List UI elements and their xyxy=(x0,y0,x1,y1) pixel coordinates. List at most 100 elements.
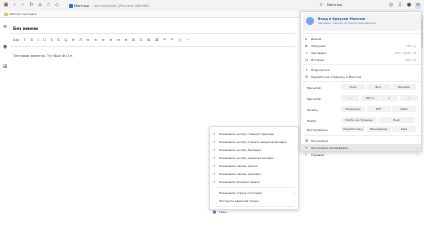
chevron-right-icon: › xyxy=(293,199,295,203)
submenu-item[interactable]: Показывать строку состояния › xyxy=(210,189,298,197)
reload-icon[interactable]: ↻ xyxy=(29,3,35,9)
submenu-item[interactable]: ✓ Показывать панель закладок xyxy=(210,170,298,178)
format-tool-icon[interactable]: ↶ xyxy=(163,38,166,42)
menu-item[interactable]: ⌂ Домой xyxy=(301,35,421,42)
submenu-item[interactable]: ✓ Показывать кнопку главной страницы xyxy=(210,130,298,138)
site-badge[interactable]: Монтаж xyxy=(68,3,89,8)
submenu-item-label: Показывать панель поиска xyxy=(219,164,258,168)
format-tool-icon[interactable]: ◷ xyxy=(178,38,181,42)
format-tool-icon[interactable]: Б xyxy=(57,38,59,42)
menu-icon[interactable]: ≡ xyxy=(415,2,421,9)
back-icon[interactable]: ‹ xyxy=(12,3,18,9)
format-tool-icon[interactable]: ⊠ xyxy=(147,38,150,42)
view-icon[interactable]: ◉ xyxy=(3,44,7,50)
menu-item-label: История xyxy=(311,57,325,62)
submenu-item[interactable]: ✓ Показывать кнопку открыть закрытые вкла… xyxy=(210,138,298,146)
search-icon[interactable]: ⌕ xyxy=(318,3,324,9)
row-label: Масштаб xyxy=(307,97,321,101)
submenu-item[interactable]: ✓ Показывать боковую панель xyxy=(210,178,298,186)
format-tool-icon[interactable]: ⋯ xyxy=(186,38,190,42)
format-tool-icon[interactable]: Ц xyxy=(64,38,67,42)
scrollbar[interactable] xyxy=(421,18,423,48)
row-label: Печать xyxy=(307,108,318,112)
zoom-in-icon[interactable]: + xyxy=(380,95,398,101)
theme-icon: ■ xyxy=(212,210,217,214)
menu-separator xyxy=(303,33,421,34)
format-tool-icon[interactable]: B xyxy=(31,38,33,42)
segmented-buttons: Разработчику Расширения Ещё xyxy=(341,126,416,132)
format-tool-icon[interactable]: ≡ xyxy=(124,38,127,42)
menu-item[interactable]: ✉ Перейти на страницу в Монтаж xyxy=(301,73,421,80)
submenu-item-label: Показывать панель закладок xyxy=(219,172,261,176)
menu-item[interactable]: ✎ Настройка интерфейса › xyxy=(301,144,421,151)
zoom-control: −100 % + ⤢ xyxy=(341,95,418,101)
segment-button[interactable]: Пенальчик xyxy=(341,106,365,112)
segment-button[interactable]: Ещё xyxy=(392,126,416,132)
menu-item[interactable]: ⚙ Настройки xyxy=(301,137,421,144)
menu-item[interactable]: ◷ История Ctrl + H xyxy=(301,56,421,63)
forward-icon[interactable]: › xyxy=(20,3,26,9)
format-tool-icon[interactable]: ≡ xyxy=(109,38,112,42)
zoom-out-icon[interactable]: − xyxy=(341,95,359,101)
account-row[interactable]: Вход в браузер Монтаж Закладки, пароли, … xyxy=(303,13,421,31)
menu-separator xyxy=(303,64,421,65)
format-tool-icon[interactable]: Т xyxy=(24,38,26,42)
segment-button[interactable]: Ещё xyxy=(378,117,415,123)
segment-button[interactable]: Файл xyxy=(392,106,416,112)
menu-item[interactable]: ☆ Закладки Ctrl + Shift + O xyxy=(301,49,421,56)
submenu-item[interactable]: Настроить адресной строки › xyxy=(210,197,298,205)
grid-icon[interactable]: ⊞ xyxy=(3,64,7,70)
bookmark-star-icon[interactable]: ☆ xyxy=(46,3,52,9)
format-tool-icon[interactable]: ≡ xyxy=(102,38,105,42)
format-tool-icon[interactable]: U xyxy=(43,38,46,42)
format-tool-icon[interactable]: ≡ xyxy=(94,38,97,42)
segmented-buttons: Пенальчик PDF Файл xyxy=(341,106,416,112)
fullscreen-icon[interactable]: ⤢ xyxy=(399,95,418,101)
submenu-item[interactable]: ✓ Показывать кнопку закрытых вкладок xyxy=(210,154,298,162)
segment-button[interactable]: Найти на странице xyxy=(341,117,377,123)
menu-separator xyxy=(303,81,421,82)
extension-icon[interactable]: ◎ xyxy=(388,3,394,9)
profile-icon[interactable]: ● xyxy=(406,3,412,9)
segment-button[interactable]: Расширения xyxy=(366,126,391,132)
segment-button[interactable]: Вкл. xyxy=(366,84,391,90)
format-tool-icon[interactable]: ⊡ xyxy=(140,38,143,42)
segment-button[interactable]: Окно xyxy=(341,84,365,90)
sidebar-toggle-icon[interactable]: ▣ xyxy=(3,3,9,9)
segment-button[interactable]: Разработчику xyxy=(341,126,365,132)
check-icon: ✓ xyxy=(212,164,216,168)
format-tool-icon[interactable]: ↷ xyxy=(171,38,174,42)
menu-item[interactable]: ? Справка › xyxy=(301,151,421,158)
format-tool-icon[interactable]: ⌘ xyxy=(155,38,159,42)
notes-icon[interactable]: ≡ xyxy=(3,24,7,30)
menu-item[interactable]: ⧉ Загрузки Ctrl + J xyxy=(301,42,421,49)
check-icon: ✓ xyxy=(212,140,216,144)
submenu-item-label: Показывать кнопку закрытых вкладок xyxy=(219,156,274,160)
menu-separator xyxy=(215,187,295,188)
note-body[interactable]: Тестовая заметка. Тут был Ф.О.н. xyxy=(13,54,73,58)
zoom-value[interactable]: 100 % xyxy=(360,95,379,101)
format-tool-icon[interactable]: Шр xyxy=(13,38,19,42)
format-tool-icon[interactable]: I xyxy=(38,38,39,42)
home-icon[interactable]: ⌂ xyxy=(37,3,43,9)
submenu-item[interactable]: ■ Темы xyxy=(210,208,298,216)
search-field[interactable]: Монтаж xyxy=(327,3,385,9)
format-tool-icon[interactable]: S xyxy=(50,38,52,42)
submenu-item[interactable]: ✓ Показывать панель поиска xyxy=(210,162,298,170)
segment-button[interactable]: Вкладки xyxy=(392,84,416,90)
address-bar[interactable]: mo.minda/bt.j2hsr/edi-/d89481 xyxy=(94,4,150,8)
menu-item[interactable]: ⇪ Поделиться xyxy=(301,66,421,73)
submenu-item[interactable]: ✓ Показывать кнопку Закладки xyxy=(210,146,298,154)
format-tool-icon[interactable]: Н xyxy=(72,38,75,42)
format-tool-icon[interactable]: ≡ xyxy=(117,38,120,42)
shield-icon[interactable]: ◇ xyxy=(54,3,60,9)
import-bookmarks-link[interactable]: Импорт закладок xyxy=(10,12,38,16)
format-tool-icon[interactable]: Л xyxy=(79,38,82,42)
avatar xyxy=(306,17,314,25)
segment-button[interactable]: PDF xyxy=(366,106,391,112)
divider xyxy=(10,46,295,47)
download-icon[interactable]: ⇩ xyxy=(397,3,403,9)
format-tool-icon[interactable]: ⊞ xyxy=(132,38,135,42)
submenu-item-label: Показывать кнопку Закладки xyxy=(219,148,262,152)
format-tool-icon[interactable]: ≡ xyxy=(86,38,89,42)
